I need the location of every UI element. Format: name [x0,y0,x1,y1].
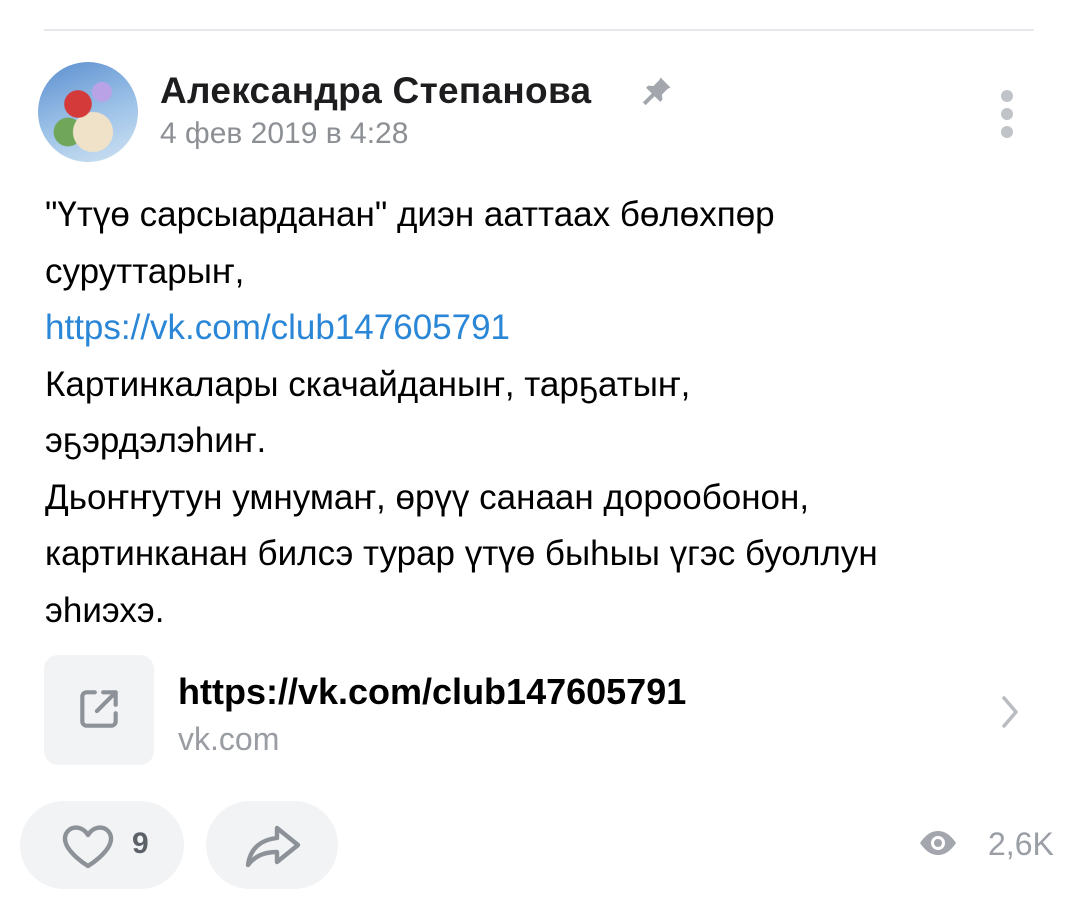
post-text-line: картинканан билсэ турар үтүө быһыы үгэс … [45,534,878,573]
pin-icon [642,77,671,106]
avatar[interactable] [38,62,138,162]
link-card-title[interactable]: https://vk.com/club147605791 [178,671,686,713]
link-card-thumbnail [44,655,154,765]
share-icon [245,825,301,868]
top-divider [44,29,1034,31]
like-count: 9 [132,827,149,860]
link-card[interactable]: https://vk.com/club147605791 vk.com [44,655,1034,769]
external-link-icon [80,690,118,728]
like-button[interactable]: 9 [20,801,184,889]
more-vertical-icon[interactable] [996,90,1018,138]
post-text-line: суруттарыҥ, [45,251,245,291]
heart-icon [62,825,114,869]
eye-icon [920,831,956,855]
chevron-right-icon[interactable] [998,692,1022,732]
share-button[interactable] [206,801,338,889]
views-count: 2,6K [988,826,1054,862]
post-text-line: Дьоҥҥутун умнумаҥ, өрүү санаан дорообоно… [45,477,810,517]
link-card-domain: vk.com [178,721,280,757]
post-text-line: Картинкалары скачайданыҥ, тарҕатыҥ, [45,364,691,404]
author-name[interactable]: Александра Степанова [160,70,591,112]
post-text-line: эҕэрдэлэһиҥ. [45,421,267,460]
post-text: "Үтүө сарсыарданан" диэн ааттаах бөлөхпө… [45,187,1035,639]
post-text-line: "Үтүө сарсыарданан" диэн ааттаах бөлөхпө… [45,195,775,234]
post-date[interactable]: 4 фев 2019 в 4:28 [160,117,408,151]
post-text-link[interactable]: https://vk.com/club147605791 [45,300,1035,357]
post-text-line: эһиэхэ. [45,590,165,630]
